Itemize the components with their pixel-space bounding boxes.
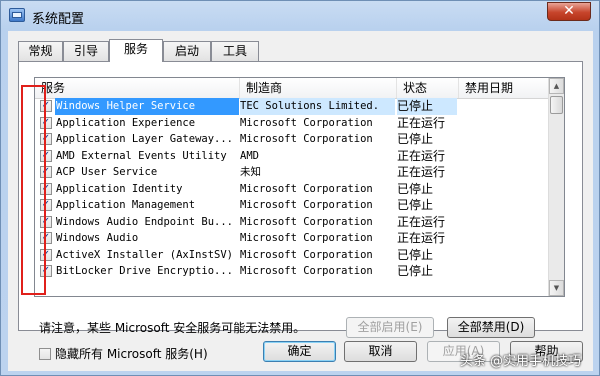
service-checkbox[interactable]: ✓ bbox=[40, 232, 52, 244]
enable-all-button[interactable]: 全部启用(E) bbox=[346, 317, 434, 338]
services-tab-panel: 服务 制造商 状态 禁用日期 ✓ Windows Helper Service TE… bbox=[18, 61, 583, 361]
service-manufacturer: Microsoft Corporation bbox=[240, 248, 373, 261]
close-button[interactable]: ✕ bbox=[547, 2, 591, 21]
window-title: 系统配置 bbox=[32, 12, 85, 27]
service-manufacturer: Microsoft Corporation bbox=[240, 232, 373, 244]
cancel-button[interactable]: 取消 bbox=[344, 341, 417, 362]
list-header: 服务 制造商 状态 禁用日期 bbox=[35, 78, 549, 99]
table-row[interactable]: ✓ Windows Audio Microsoft Corporation 正在运行 bbox=[35, 230, 549, 247]
column-header-manufacturer[interactable]: 制造商 bbox=[240, 78, 397, 98]
dialog-client-area: 常规 引导 服务 启动 工具 服务 制造商 状态 禁用日期 ✓ Windows H… bbox=[8, 31, 593, 371]
tab-services[interactable]: 服务 bbox=[109, 39, 163, 62]
service-name: Windows Helper Service bbox=[55, 98, 239, 115]
scroll-up-icon[interactable]: ▲ bbox=[549, 78, 564, 94]
table-row[interactable]: ✓ ActiveX Installer (AxInstSV) Microsoft C… bbox=[35, 247, 549, 264]
service-manufacturer: Microsoft Corporation bbox=[240, 116, 373, 129]
service-manufacturer: 未知 bbox=[240, 166, 261, 178]
service-name: Application Layer Gateway... bbox=[56, 133, 234, 145]
disable-all-button[interactable]: 全部禁用(D) bbox=[447, 317, 535, 338]
service-manufacturer: Microsoft Corporation bbox=[240, 182, 373, 195]
service-checkbox[interactable]: ✓ bbox=[40, 199, 52, 211]
table-row[interactable]: ✓ Windows Audio Endpoint Bu... Microsoft C… bbox=[35, 214, 549, 231]
service-checkbox[interactable]: ✓ bbox=[40, 265, 52, 277]
service-disabled-date bbox=[460, 164, 545, 181]
tab-general[interactable]: 常规 bbox=[18, 41, 63, 61]
services-list[interactable]: 服务 制造商 状态 禁用日期 ✓ Windows Helper Service TE… bbox=[34, 77, 565, 297]
service-manufacturer: Microsoft Corporation bbox=[240, 199, 373, 211]
service-manufacturer: Microsoft Corporation bbox=[240, 133, 373, 145]
service-disabled-date bbox=[460, 230, 545, 247]
service-disabled-date bbox=[460, 214, 545, 231]
service-manufacturer: Microsoft Corporation bbox=[240, 215, 373, 228]
service-name: Application Experience bbox=[56, 116, 196, 129]
service-checkbox[interactable]: ✓ bbox=[40, 149, 52, 162]
vertical-scrollbar[interactable]: ▲ ▼ bbox=[548, 78, 564, 296]
service-name: ActiveX Installer (AxInstSV) bbox=[56, 248, 234, 261]
tab-boot[interactable]: 引导 bbox=[63, 41, 109, 61]
service-status: 已停止 bbox=[397, 198, 434, 212]
service-status: 已停止 bbox=[397, 264, 434, 278]
service-name: BitLocker Drive Encryptio... bbox=[56, 265, 234, 277]
service-status: 正在运行 bbox=[397, 115, 446, 130]
service-checkbox[interactable]: ✓ bbox=[40, 116, 52, 129]
service-checkbox[interactable]: ✓ bbox=[40, 248, 52, 261]
service-name: Windows Audio Endpoint Bu... bbox=[56, 215, 234, 228]
scrollbar-thumb[interactable] bbox=[550, 96, 563, 114]
column-header-disabled-date[interactable]: 禁用日期 bbox=[459, 78, 549, 98]
service-status: 正在运行 bbox=[397, 214, 446, 229]
table-row[interactable]: ✓ ACP User Service 未知 正在运行 bbox=[35, 164, 549, 181]
hide-ms-checkbox[interactable] bbox=[39, 348, 51, 360]
service-disabled-date bbox=[460, 148, 545, 165]
column-header-service[interactable]: 服务 bbox=[35, 78, 240, 98]
list-rows: ✓ Windows Helper Service TEC Solutions Lim… bbox=[35, 98, 549, 280]
watermark: 头条 @实用手机技巧 bbox=[459, 354, 581, 369]
hide-microsoft-services-option[interactable]: 隐藏所有 Microsoft 服务(H) bbox=[39, 345, 208, 362]
table-row[interactable]: ✓ Application Layer Gateway... Microsoft C… bbox=[35, 131, 549, 148]
service-manufacturer: Microsoft Corporation bbox=[240, 265, 373, 277]
service-name: Application Management bbox=[56, 199, 196, 211]
service-disabled-date bbox=[460, 247, 545, 264]
service-name: AMD External Events Utility bbox=[56, 149, 227, 162]
service-status: 已停止 bbox=[397, 132, 434, 146]
table-row[interactable]: ✓ Windows Helper Service TEC Solutions Lim… bbox=[35, 98, 549, 115]
table-row[interactable]: ✓ Application Management Microsoft Corpora… bbox=[35, 197, 549, 214]
service-status: 正在运行 bbox=[397, 231, 446, 245]
system-config-window: 系统配置 ✕ 常规 引导 服务 启动 工具 服务 制造商 状态 禁用日期 ✓ Wi… bbox=[0, 0, 600, 376]
service-disabled-date bbox=[460, 98, 545, 115]
service-name: Windows Audio bbox=[56, 232, 139, 244]
service-checkbox[interactable]: ✓ bbox=[40, 166, 52, 178]
service-name: Application Identity bbox=[56, 182, 183, 195]
service-checkbox[interactable]: ✓ bbox=[40, 133, 52, 145]
service-disabled-date bbox=[460, 115, 545, 132]
ok-button[interactable]: 确定 bbox=[263, 341, 336, 362]
table-row[interactable]: ✓ Application Experience Microsoft Corpora… bbox=[35, 115, 549, 132]
table-row[interactable]: ✓ AMD External Events Utility AMD 正在运行 bbox=[35, 148, 549, 165]
table-row[interactable]: ✓ Application Identity Microsoft Corporati… bbox=[35, 181, 549, 198]
scroll-down-icon[interactable]: ▼ bbox=[549, 280, 564, 296]
hide-ms-label: 隐藏所有 Microsoft 服务(H) bbox=[55, 347, 208, 361]
column-header-status[interactable]: 状态 bbox=[397, 78, 459, 98]
service-status: 正在运行 bbox=[397, 148, 446, 163]
service-manufacturer: TEC Solutions Limited. bbox=[240, 98, 395, 115]
service-disabled-date bbox=[460, 263, 545, 280]
service-status: 已停止 bbox=[397, 247, 434, 262]
service-checkbox[interactable]: ✓ bbox=[40, 215, 52, 228]
table-row[interactable]: ✓ BitLocker Drive Encryptio... Microsoft C… bbox=[35, 263, 549, 280]
security-note: 请注意，某些 Microsoft 安全服务可能无法禁用。 bbox=[39, 321, 306, 335]
service-status: 已停止 bbox=[397, 181, 434, 196]
service-name: ACP User Service bbox=[56, 166, 158, 178]
tab-tools[interactable]: 工具 bbox=[211, 41, 259, 61]
service-status: 正在运行 bbox=[397, 165, 446, 179]
tab-startup[interactable]: 启动 bbox=[163, 41, 211, 61]
service-disabled-date bbox=[460, 197, 545, 214]
service-status: 已停止 bbox=[397, 98, 457, 115]
title-bar[interactable]: 系统配置 ✕ bbox=[1, 1, 599, 31]
app-icon bbox=[9, 8, 25, 22]
service-disabled-date bbox=[460, 181, 545, 198]
service-manufacturer: AMD bbox=[240, 149, 259, 162]
service-checkbox[interactable]: ✓ bbox=[40, 100, 52, 112]
service-checkbox[interactable]: ✓ bbox=[40, 182, 52, 195]
service-disabled-date bbox=[460, 131, 545, 148]
